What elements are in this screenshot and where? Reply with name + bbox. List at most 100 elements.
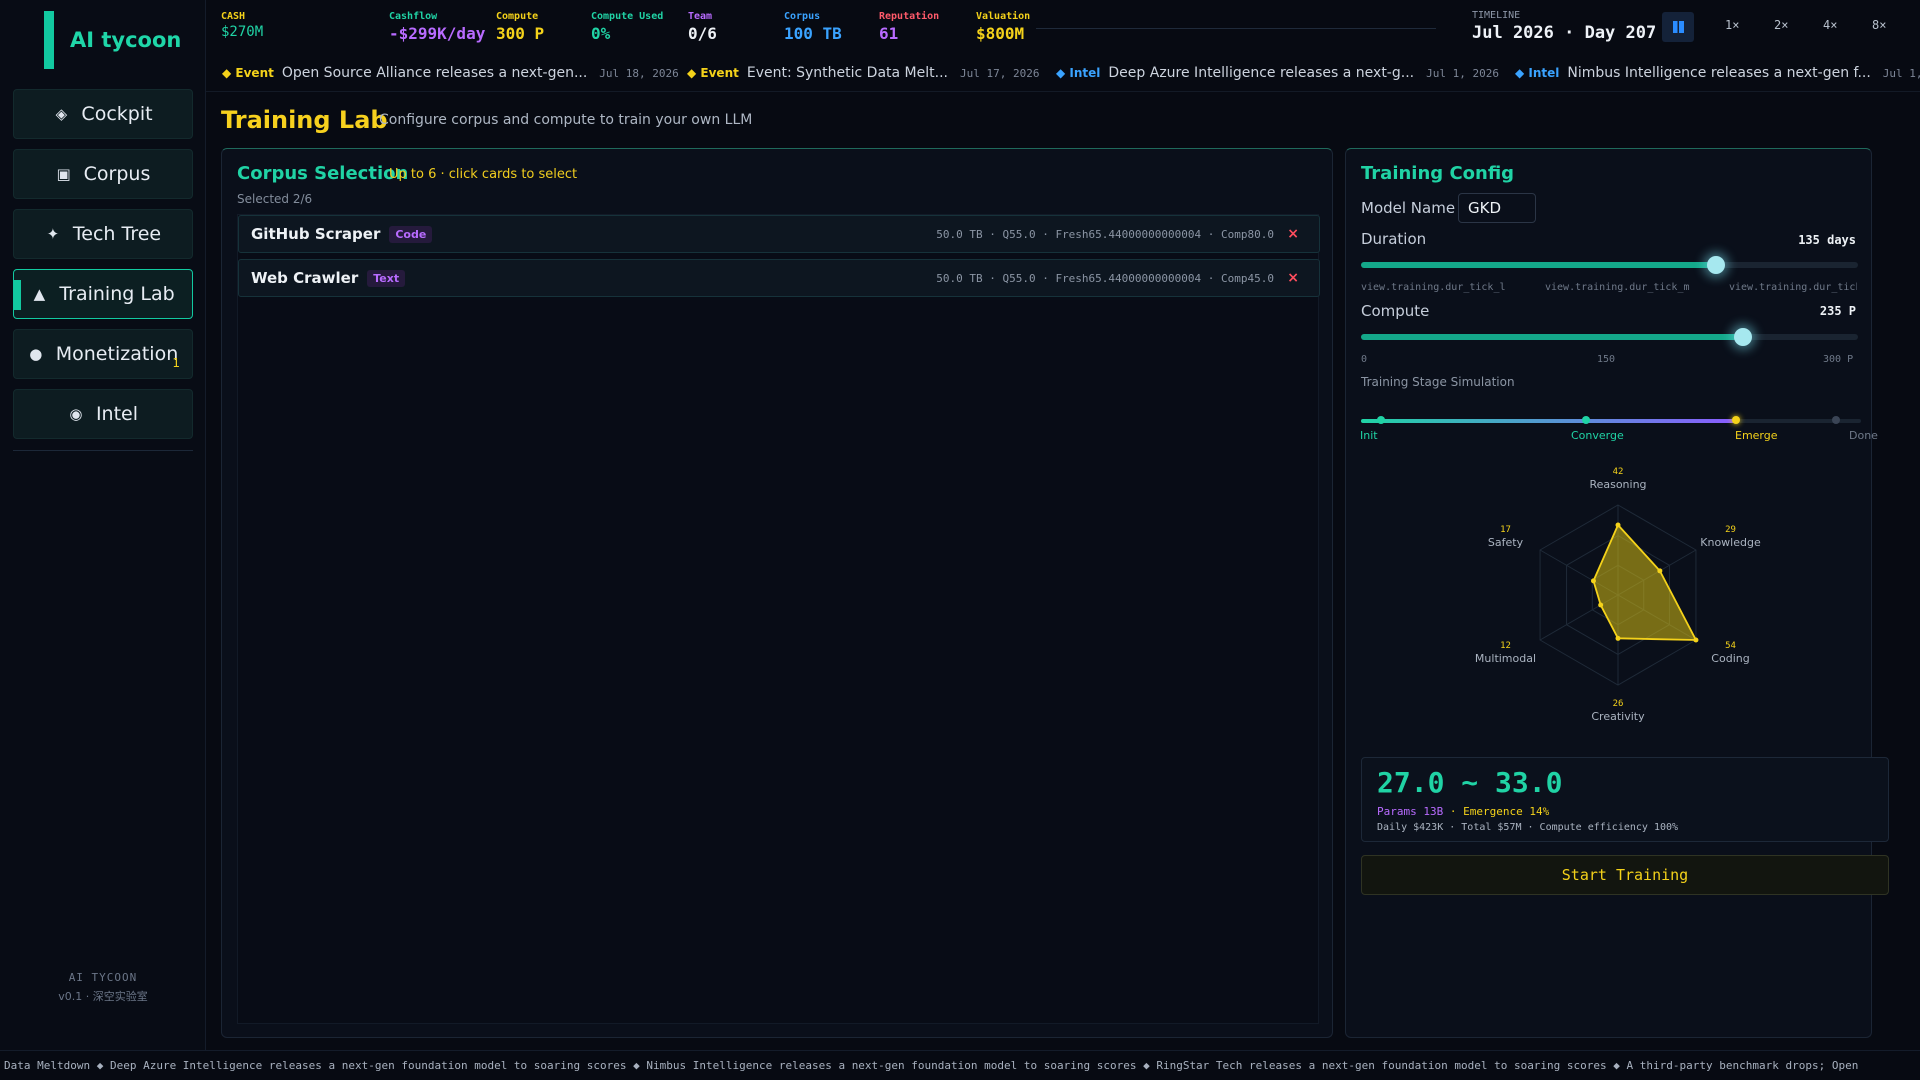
radar-point-creativity [1615,635,1621,641]
corpus-panel-title: Corpus Selection [237,163,409,184]
sidebar-footer: AI TYCOON v0.1 · 深空实验室 [0,968,206,1006]
model-name-input[interactable] [1458,193,1536,223]
radar-point-reasoning [1615,522,1621,528]
stat-corpus: Corpus 100 TB [784,11,842,43]
topbar-divider [1036,28,1436,29]
radar-axis-label-coding: Coding [1711,652,1749,665]
duration-value: 135 days [1798,233,1856,247]
compute-tick-min: 0 [1361,354,1368,365]
cockpit-icon: ◈ [55,105,68,123]
duration-slider[interactable] [1361,256,1858,274]
speed-2x-button[interactable]: 2× [1774,18,1788,32]
radar-axis-label-multimodal: Multimodal [1475,652,1536,665]
speed-1x-button[interactable]: 1× [1725,18,1739,32]
stat-team: Team 0/6 [688,11,717,43]
corpus-card-web-crawler[interactable]: Web Crawler Text 50.0 TB · Q55.0 · Fresh… [238,259,1320,297]
corpus-selected-count: Selected 2/6 [237,192,313,206]
radar-value-safety: 17 [1500,525,1511,535]
radar-point-multimodal [1598,602,1604,608]
stat-label: Team [688,11,713,22]
sidebar-item-corpus[interactable]: ▣ Corpus [13,149,193,199]
stat-label: Reputation [879,11,940,22]
radar-value-multimodal: 12 [1500,641,1511,651]
news-ticker: ◆ Event Open Source Alliance releases a … [206,56,1920,92]
ticker-message: Event: Synthetic Data Melt... [746,65,948,81]
sidebar-item-monetization[interactable]: ● Monetization 1 [13,329,193,379]
training-lab-icon: ▲ [33,285,46,303]
sidebar-item-tech-tree[interactable]: ✦ Tech Tree [13,209,193,259]
pause-button[interactable] [1662,12,1694,42]
stage-label-init: Init [1360,429,1378,442]
params-emergence-line: Params 13B · Emergence 14% [1377,805,1549,818]
stat-cashflow: Cashflow -$299K/day [389,11,485,43]
radar-value-reasoning: 42 [1613,467,1624,477]
stat-label: Compute [496,11,539,22]
sidebar-item-label: Monetization [55,343,179,365]
monetization-icon: ● [29,345,43,363]
compute-tick-max: 300 P [1823,354,1854,365]
corpus-hint: Up to 6 · click cards to select [389,167,578,182]
stat-compute-used: Compute Used 0% [591,11,663,43]
radar-value-area [1592,523,1698,641]
stat-value: $270M [221,24,264,40]
stat-value: 300 P [496,24,545,43]
ticker-date: Jul 17, 2026 [959,67,1040,80]
pause-icon [1672,21,1684,33]
stat-value: $800M [976,24,1025,43]
corpus-tag: Text [367,269,406,287]
stat-label: Valuation [976,11,1031,22]
compute-tick-mid: 150 [1597,354,1616,365]
stat-value: 61 [879,24,899,43]
sidebar-item-cockpit[interactable]: ◈ Cockpit [13,89,193,139]
stage-marker-init [1377,416,1385,424]
sidebar: AI tycoon ◈ Cockpit ▣ Corpus ✦ Tech Tree… [0,0,206,1050]
corpus-selection-panel: Corpus Selection Up to 6 · click cards t… [221,148,1333,1038]
stat-compute: Compute 300 P [496,11,544,43]
radar-point-coding [1693,637,1699,643]
duration-tick-mid: view.training.dur_tick_m [1545,282,1690,293]
ticker-message: Deep Azure Intelligence releases a next-… [1108,65,1415,81]
ticker-message: Nimbus Intelligence releases a next-gen … [1567,65,1871,81]
start-training-button[interactable]: Start Training [1361,855,1889,895]
cost-detail: Daily $423K · Total $57M · Compute effic… [1377,822,1679,833]
sidebar-item-intel[interactable]: ◉ Intel [13,389,193,439]
radar-point-safety [1590,578,1596,584]
duration-slider-fill [1361,262,1717,268]
ticker-item[interactable]: ◆ Intel Deep Azure Intelligence releases… [1056,65,1499,81]
compute-slider[interactable] [1361,328,1858,346]
radar-value-knowledge: 29 [1725,525,1736,535]
score-range: 27.0 ~ 33.0 [1377,766,1563,799]
stage-marker-emerge [1732,416,1740,424]
ticker-item[interactable]: ◆ Event Open Source Alliance releases a … [222,65,679,81]
speed-8x-button[interactable]: 8× [1872,18,1886,32]
ticker-item[interactable]: ◆ Event Event: Synthetic Data Melt... Ju… [687,65,1039,81]
radar-axis-label-safety: Safety [1488,536,1524,549]
bottom-news-ticker: Data Meltdown ◆ Deep Azure Intelligence … [0,1050,1920,1080]
corpus-meta: 50.0 TB · Q55.0 · Fresh65.44000000000004… [936,227,1274,241]
compute-label: Compute [1361,302,1430,320]
speed-4x-button[interactable]: 4× [1823,18,1837,32]
stage-label-done: Done [1849,429,1878,442]
sidebar-item-training-lab[interactable]: ▲ Training Lab [13,269,193,319]
corpus-name: Web Crawler [251,269,359,287]
remove-corpus-icon[interactable]: × [1287,270,1299,286]
stage-simulation-title: Training Stage Simulation [1361,375,1515,389]
duration-tick-left: view.training.dur_tick_l [1361,282,1506,293]
stage-progress-bar [1361,416,1861,424]
radar-value-coding: 54 [1725,641,1736,651]
remove-corpus-icon[interactable]: × [1287,226,1299,242]
duration-slider-handle[interactable] [1707,256,1726,274]
stat-value: 0% [591,24,611,43]
ticker-item[interactable]: ◆ Intel Nimbus Intelligence releases a n… [1515,65,1920,81]
stat-label: CASH [221,11,246,22]
compute-slider-handle[interactable] [1733,328,1752,346]
radar-axis-label-creativity: Creativity [1591,710,1645,723]
radar-point-knowledge [1657,568,1663,574]
sidebar-item-label: Training Lab [59,283,175,305]
compute-value: 235 P [1819,304,1856,318]
ticker-date: Jul 1, 2026 [1426,67,1499,80]
stat-cash: CASH $270M [221,11,263,40]
footer-title: AI TYCOON [68,971,138,984]
corpus-card-github-scraper[interactable]: GitHub Scraper Code 50.0 TB · Q55.0 · Fr… [238,215,1320,253]
capability-radar-chart: 42Reasoning 29Knowledge 54Coding 26Creativi… [1475,467,1761,723]
